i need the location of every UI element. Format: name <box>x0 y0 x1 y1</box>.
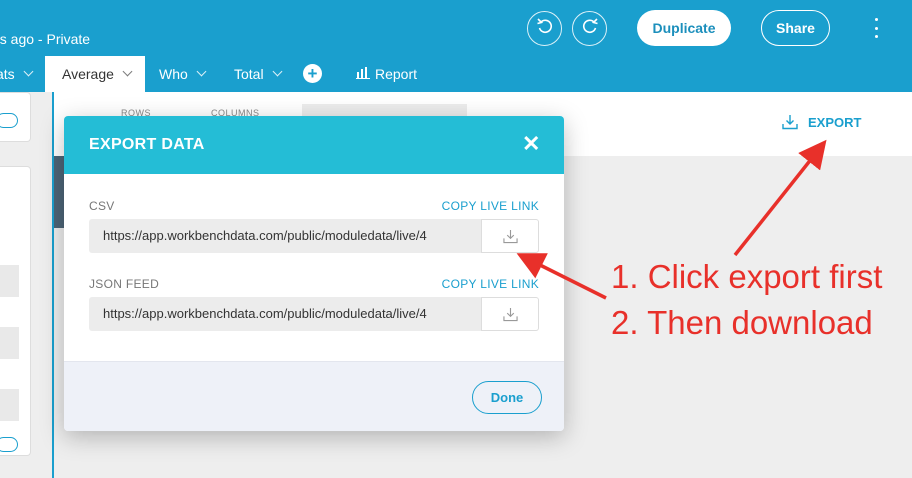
toggle-pill[interactable] <box>0 437 18 452</box>
json-download-button[interactable] <box>481 297 539 331</box>
bar-chart-icon <box>356 66 370 82</box>
tab-label: Total <box>234 66 264 82</box>
annotation-step-1: 1. Click export first <box>611 258 883 295</box>
duplicate-button[interactable]: Duplicate <box>637 10 731 46</box>
tab-label: Average <box>62 66 114 82</box>
csv-download-button[interactable] <box>481 219 539 253</box>
report-label: Report <box>375 66 418 82</box>
plus-circle-icon[interactable]: + <box>303 64 322 83</box>
module-stack <box>0 92 52 478</box>
annotation-step-2: 2. Then download <box>611 304 873 341</box>
redo-icon <box>581 17 599 40</box>
undo-icon <box>536 17 554 40</box>
share-button[interactable]: Share <box>761 10 830 46</box>
tab-total[interactable]: Total <box>234 56 283 92</box>
chevron-down-icon <box>122 66 133 77</box>
chevron-down-icon <box>23 66 34 77</box>
redo-button[interactable] <box>572 11 607 46</box>
json-url: https://app.workbenchdata.com/public/mod… <box>103 306 427 321</box>
export-data-modal: EXPORT DATA ✕ CSV COPY LIVE LINK https:/… <box>64 116 564 431</box>
json-copy-live-link[interactable]: COPY LIVE LINK <box>442 277 539 291</box>
module-card <box>0 166 31 456</box>
arrow-to-export <box>733 139 827 257</box>
csv-copy-live-link[interactable]: COPY LIVE LINK <box>442 199 539 213</box>
report-tab[interactable]: Report <box>356 56 417 92</box>
modal-footer: Done <box>64 361 564 431</box>
csv-url: https://app.workbenchdata.com/public/mod… <box>103 228 427 243</box>
workflow-subtitle: 0s ago - Private <box>0 31 91 47</box>
chevron-down-icon <box>196 66 207 77</box>
tab-average[interactable]: Average <box>45 56 145 92</box>
json-feed-label: JSON FEED <box>89 277 160 291</box>
cell <box>0 265 19 297</box>
modal-title: EXPORT DATA <box>89 136 205 153</box>
top-header: 0s ago - Private Duplicate Share <box>0 0 912 56</box>
done-button[interactable]: Done <box>472 381 542 414</box>
undo-button[interactable] <box>527 11 562 46</box>
download-icon <box>782 114 798 130</box>
tab-label: ats <box>0 66 15 82</box>
close-icon[interactable]: ✕ <box>522 133 540 155</box>
vertical-dots-icon[interactable] <box>868 18 884 38</box>
download-icon <box>502 307 518 322</box>
tab-bar: ats Average Who Total Report <box>0 56 912 92</box>
download-icon <box>502 229 518 244</box>
json-url-field[interactable]: https://app.workbenchdata.com/public/mod… <box>89 297 539 331</box>
cell <box>0 389 19 421</box>
tab-label: Who <box>159 66 188 82</box>
module-card <box>0 92 31 142</box>
toggle-pill[interactable] <box>0 113 18 128</box>
export-button[interactable]: EXPORT <box>782 114 861 130</box>
csv-label: CSV <box>89 199 115 213</box>
export-label: EXPORT <box>808 114 862 130</box>
modal-header: EXPORT DATA ✕ <box>64 116 564 174</box>
tab-stats[interactable]: ats <box>0 56 44 92</box>
csv-url-field[interactable]: https://app.workbenchdata.com/public/mod… <box>89 219 539 253</box>
tab-who[interactable]: Who <box>159 56 207 92</box>
cell <box>0 327 19 359</box>
chevron-down-icon <box>272 66 283 77</box>
